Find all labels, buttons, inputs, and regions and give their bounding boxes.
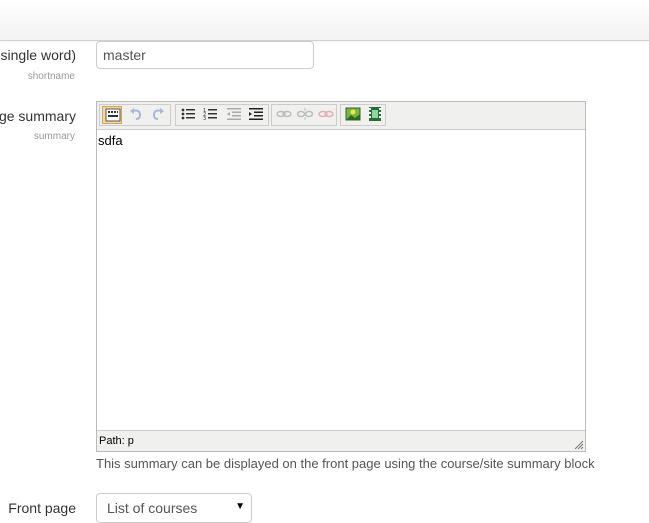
top-header-bar [0, 0, 649, 41]
summary-help-text: This summary can be displayed on the fro… [96, 456, 595, 471]
shortname-sublabel: shortname [27, 71, 75, 82]
outdent-button[interactable] [224, 106, 244, 124]
nolink-button[interactable] [316, 106, 336, 124]
editor-toolbar: 1 2 3 [97, 102, 585, 130]
editor-path: Path: p [99, 435, 134, 447]
summary-sublabel: summary [33, 131, 75, 142]
toolbar-group-lists: 1 2 3 [175, 104, 269, 126]
nolink-icon [318, 110, 334, 118]
insert-media-button[interactable] [365, 106, 385, 124]
frontpage-label: Front page [8, 500, 76, 516]
indent-button[interactable] [246, 106, 266, 124]
svg-text:3: 3 [203, 116, 206, 121]
redo-button[interactable] [148, 106, 168, 124]
unordered-list-icon [181, 108, 195, 120]
outdent-icon [227, 108, 241, 120]
unordered-list-button[interactable] [178, 106, 198, 124]
toolbar-group-media [340, 104, 386, 126]
insert-image-icon [345, 107, 361, 121]
toolbar-group-history [99, 104, 171, 126]
toolbar-group-links [271, 104, 337, 126]
frontpage-selected-value: List of courses [107, 500, 198, 516]
editor-content-area[interactable]: sdfa [97, 130, 585, 438]
summary-label: ge summary [0, 108, 76, 124]
unlink-button[interactable] [295, 106, 315, 124]
insert-image-button[interactable] [343, 106, 363, 124]
unlink-icon [297, 108, 313, 120]
undo-button[interactable] [126, 106, 146, 124]
indent-icon [249, 108, 263, 120]
link-icon [276, 110, 292, 118]
redo-icon [152, 108, 164, 120]
chevron-down-icon: ▼ [235, 501, 245, 512]
toggle-toolbar-icon [105, 108, 121, 122]
insert-media-icon [369, 107, 381, 121]
frontpage-select[interactable]: List of courses ▼ [96, 493, 252, 523]
shortname-input[interactable]: master [96, 41, 314, 69]
shortname-label: single word) [0, 47, 76, 63]
link-button[interactable] [274, 106, 294, 124]
editor-statusbar: Path: p [97, 430, 585, 451]
toggle-toolbar-button[interactable] [102, 106, 122, 124]
summary-rich-text-editor: 1 2 3 sdfa Path: p [96, 101, 586, 452]
undo-icon [130, 108, 142, 120]
ordered-list-button[interactable]: 1 2 3 [200, 106, 220, 124]
ordered-list-icon: 1 2 3 [203, 108, 217, 121]
resize-grip-icon[interactable] [574, 440, 584, 450]
